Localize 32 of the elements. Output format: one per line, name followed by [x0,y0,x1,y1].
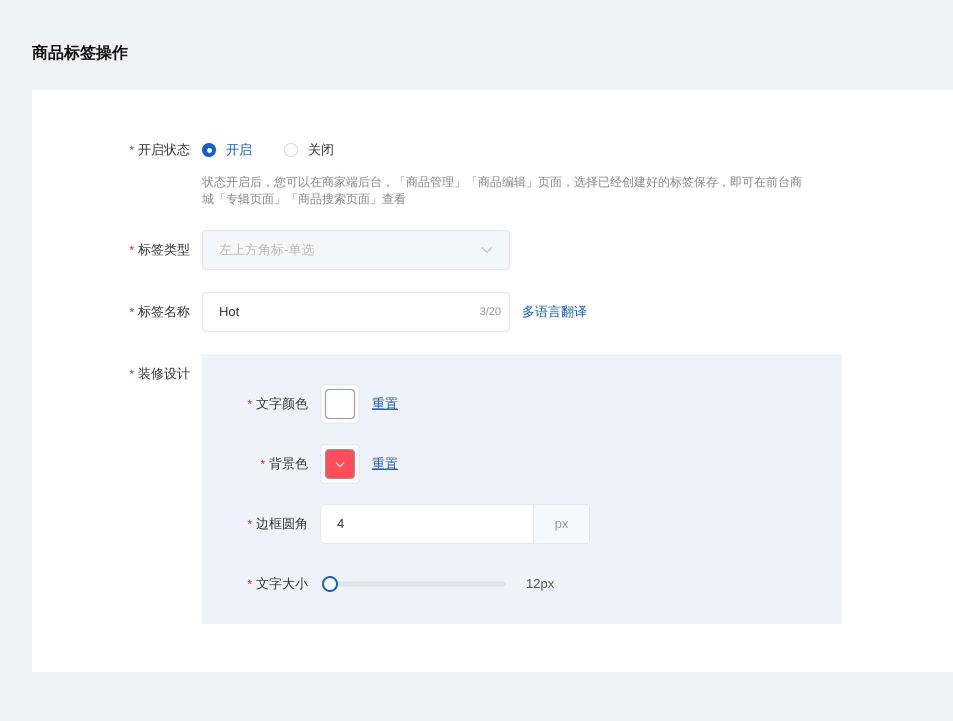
page-title: 商品标签操作 [31,43,129,64]
required-mark: * [129,242,134,259]
field-label: 边框圆角 [256,515,308,534]
field-label: 开启状态 [138,141,190,160]
number-field[interactable]: 4 px [320,504,590,544]
translate-link[interactable]: 多语言翻译 [522,302,587,322]
field-value: 4 [336,515,346,534]
field-label: 标签类型 [138,241,190,260]
field-label: 文字颜色 [256,395,308,414]
radio-option[interactable]: 开启 [202,140,252,160]
reset-link[interactable]: 重置 [372,394,398,414]
required-mark: * [247,396,252,413]
chevron-down-icon [335,460,345,468]
field-label: 文字大小 [256,575,308,594]
help-text: 状态开启后，您可以在商家端后台，「商品管理」「商品编辑」页面，选择已经创建好的标签保存，即可在前台商城「专辑页面」「商品搜索页面」查看 [202,174,803,208]
field-label: 装修设计 [138,365,190,384]
unit-addon: px [533,505,589,543]
required-mark: * [129,366,134,383]
slider-thumb[interactable] [322,576,338,592]
chevron-down-icon [481,246,493,254]
required-mark: * [129,304,134,321]
text-field[interactable]: Hot 3/20 [202,292,510,332]
required-mark: * [129,142,134,159]
char-count: 3/20 [480,304,501,320]
radio-option[interactable]: 关闭 [284,140,334,160]
reset-link[interactable]: 重置 [372,454,398,474]
field-label: 标签名称 [138,303,190,322]
field-label: 背景色 [269,455,308,474]
required-mark: * [260,456,265,473]
slider-value: 12px [526,575,554,594]
required-mark: * [247,516,252,533]
required-mark: * [247,576,252,593]
